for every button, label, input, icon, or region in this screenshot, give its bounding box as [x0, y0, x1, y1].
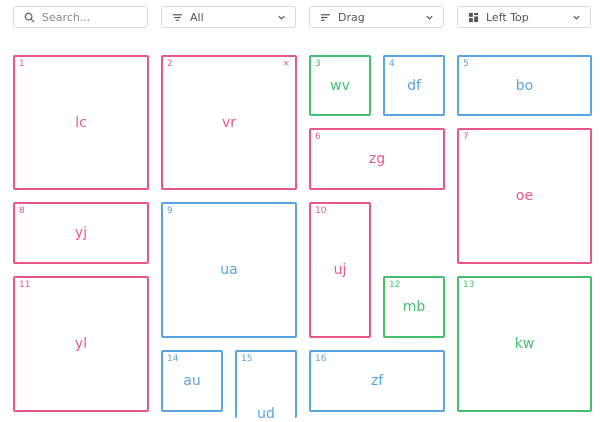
tile-label: uj — [333, 262, 347, 278]
tile[interactable]: 2 × vr — [161, 55, 297, 190]
filter-icon — [171, 11, 183, 23]
tile-number: 3 — [315, 59, 321, 69]
tile[interactable]: 13 kw — [457, 276, 592, 412]
tile-number: 11 — [19, 280, 31, 290]
sort-icon — [319, 11, 331, 23]
tile-label: mb — [402, 299, 426, 315]
close-icon[interactable]: × — [282, 59, 290, 69]
position-value: Left Top — [486, 10, 529, 24]
tile[interactable]: 4 df — [383, 55, 445, 116]
tile-label: oe — [515, 188, 534, 204]
tile[interactable]: 8 yj — [13, 202, 149, 264]
tile[interactable]: 14 au — [161, 350, 223, 412]
filter-select[interactable]: All — [161, 6, 296, 28]
tile-label: vr — [221, 114, 237, 131]
mode-value: Drag — [338, 10, 365, 24]
mode-select[interactable]: Drag — [309, 6, 444, 28]
tile-label: zg — [368, 151, 386, 167]
tile-number: 2 — [167, 59, 173, 69]
chevron-down-icon — [277, 12, 287, 22]
chevron-down-icon — [572, 12, 582, 22]
filter-value: All — [190, 10, 204, 24]
search-box[interactable] — [13, 6, 148, 28]
search-icon — [23, 11, 35, 23]
tile-label: bo — [515, 77, 534, 94]
tile[interactable]: 5 bo — [457, 55, 592, 116]
tile-label: ua — [220, 262, 238, 278]
tile[interactable]: 15 ud — [235, 350, 297, 422]
tile-number: 1 — [19, 59, 25, 69]
tile-label: yj — [74, 225, 88, 241]
tile[interactable]: 1 lc — [13, 55, 149, 190]
tile-label: kw — [514, 336, 535, 352]
tile[interactable]: 10 uj — [309, 202, 371, 338]
tile[interactable]: 11 yl — [13, 276, 149, 412]
tile-number: 15 — [241, 354, 253, 364]
tile-number: 4 — [389, 59, 395, 69]
tile[interactable]: 12 mb — [383, 276, 445, 338]
toolbar: All Drag Left Top — [0, 0, 600, 40]
tile-label: lc — [75, 114, 87, 131]
tile-label: ud — [257, 406, 275, 422]
tile-label: yl — [74, 336, 88, 352]
position-select[interactable]: Left Top — [457, 6, 591, 28]
tile-number: 9 — [167, 206, 173, 216]
tile-number: 14 — [167, 354, 179, 364]
tile-label: wv — [330, 77, 350, 94]
tile-label: zf — [370, 373, 384, 389]
tile-number: 6 — [315, 132, 321, 142]
chevron-down-icon — [425, 12, 435, 22]
tile[interactable]: 16 zf — [309, 350, 445, 412]
tile-number: 12 — [389, 280, 401, 290]
tile[interactable]: 3 wv — [309, 55, 371, 116]
tile[interactable]: 6 zg — [309, 128, 445, 190]
tile-label: au — [183, 373, 201, 389]
tile-number: 16 — [315, 354, 327, 364]
tile-number: 10 — [315, 206, 327, 216]
tile-number: 13 — [463, 280, 475, 290]
search-input[interactable] — [42, 10, 142, 24]
tile-number: 7 — [463, 132, 469, 142]
tile-number: 8 — [19, 206, 25, 216]
grid-layout-icon — [467, 11, 479, 23]
tile-label: df — [407, 77, 421, 94]
tile[interactable]: 9 ua — [161, 202, 297, 338]
tile-number: 5 — [463, 59, 469, 69]
tile[interactable]: 7 oe — [457, 128, 592, 264]
